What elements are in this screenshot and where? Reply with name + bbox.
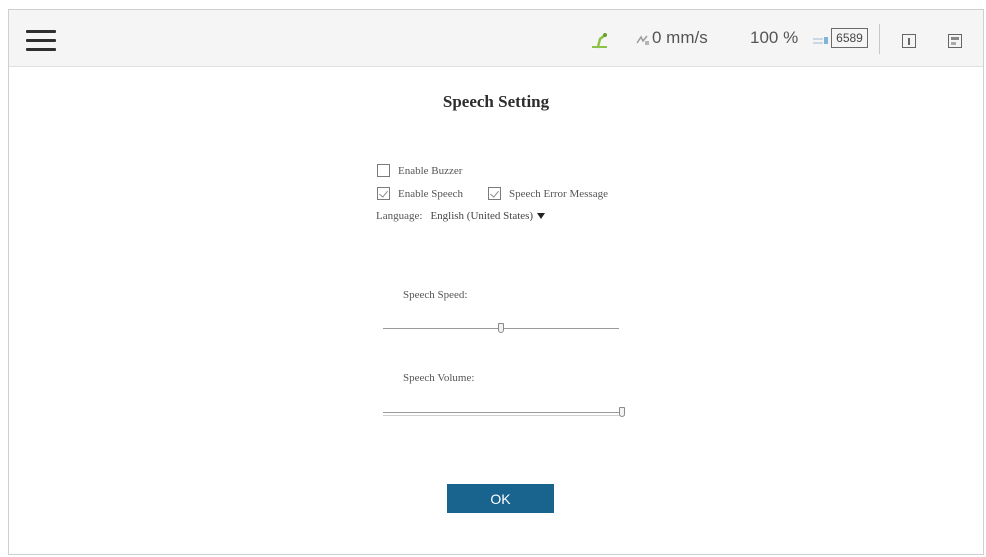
speech-volume-track-shadow (383, 415, 625, 416)
speed-icon (636, 35, 649, 45)
counter-badge: 6589 (831, 28, 868, 48)
enable-speech-label: Enable Speech (398, 187, 464, 200)
toolbar-divider (879, 24, 880, 54)
ok-button[interactable]: OK (447, 484, 554, 513)
enable-buzzer-label: Enable Buzzer (398, 164, 463, 177)
enable-speech-checkbox[interactable] (377, 187, 390, 200)
language-row: Language: English (United States) (376, 210, 546, 222)
speech-error-message-checkbox[interactable] (488, 187, 501, 200)
language-dropdown[interactable]: English (United States) (430, 210, 546, 222)
language-value: English (United States) (430, 210, 534, 222)
enable-buzzer-row: Enable Buzzer (377, 164, 462, 177)
enable-buzzer-checkbox[interactable] (377, 164, 390, 177)
speed-override-readout: 100 % (750, 28, 799, 47)
top-status-bar: 0 mm/s 100 % 6589 (9, 10, 983, 67)
tcp-speed-readout: 0 mm/s (652, 28, 708, 47)
dropdown-caret-icon (537, 213, 546, 219)
dialog-title: Speech Setting (442, 92, 550, 111)
menu-icon[interactable] (26, 30, 56, 52)
info-icon[interactable] (902, 34, 916, 48)
speech-speed-label: Speech Speed: (403, 289, 468, 301)
speech-error-message-row: Speech Error Message (488, 187, 608, 200)
app-window: 0 mm/s 100 % 6589 Speech Setting Enable … (8, 9, 984, 555)
panel-icon[interactable] (948, 34, 962, 48)
speech-speed-slider[interactable] (383, 323, 619, 335)
speech-volume-track (383, 412, 625, 413)
speech-error-message-label: Speech Error Message (509, 187, 608, 200)
speech-speed-thumb[interactable] (498, 323, 504, 333)
speech-volume-label: Speech Volume: (403, 372, 475, 384)
speech-volume-slider[interactable] (383, 407, 625, 419)
robot-arm-icon (592, 33, 607, 49)
enable-speech-row: Enable Speech (377, 187, 463, 200)
connection-signal-icon (813, 37, 828, 44)
language-label: Language: (376, 210, 423, 222)
speech-volume-thumb[interactable] (619, 407, 625, 417)
